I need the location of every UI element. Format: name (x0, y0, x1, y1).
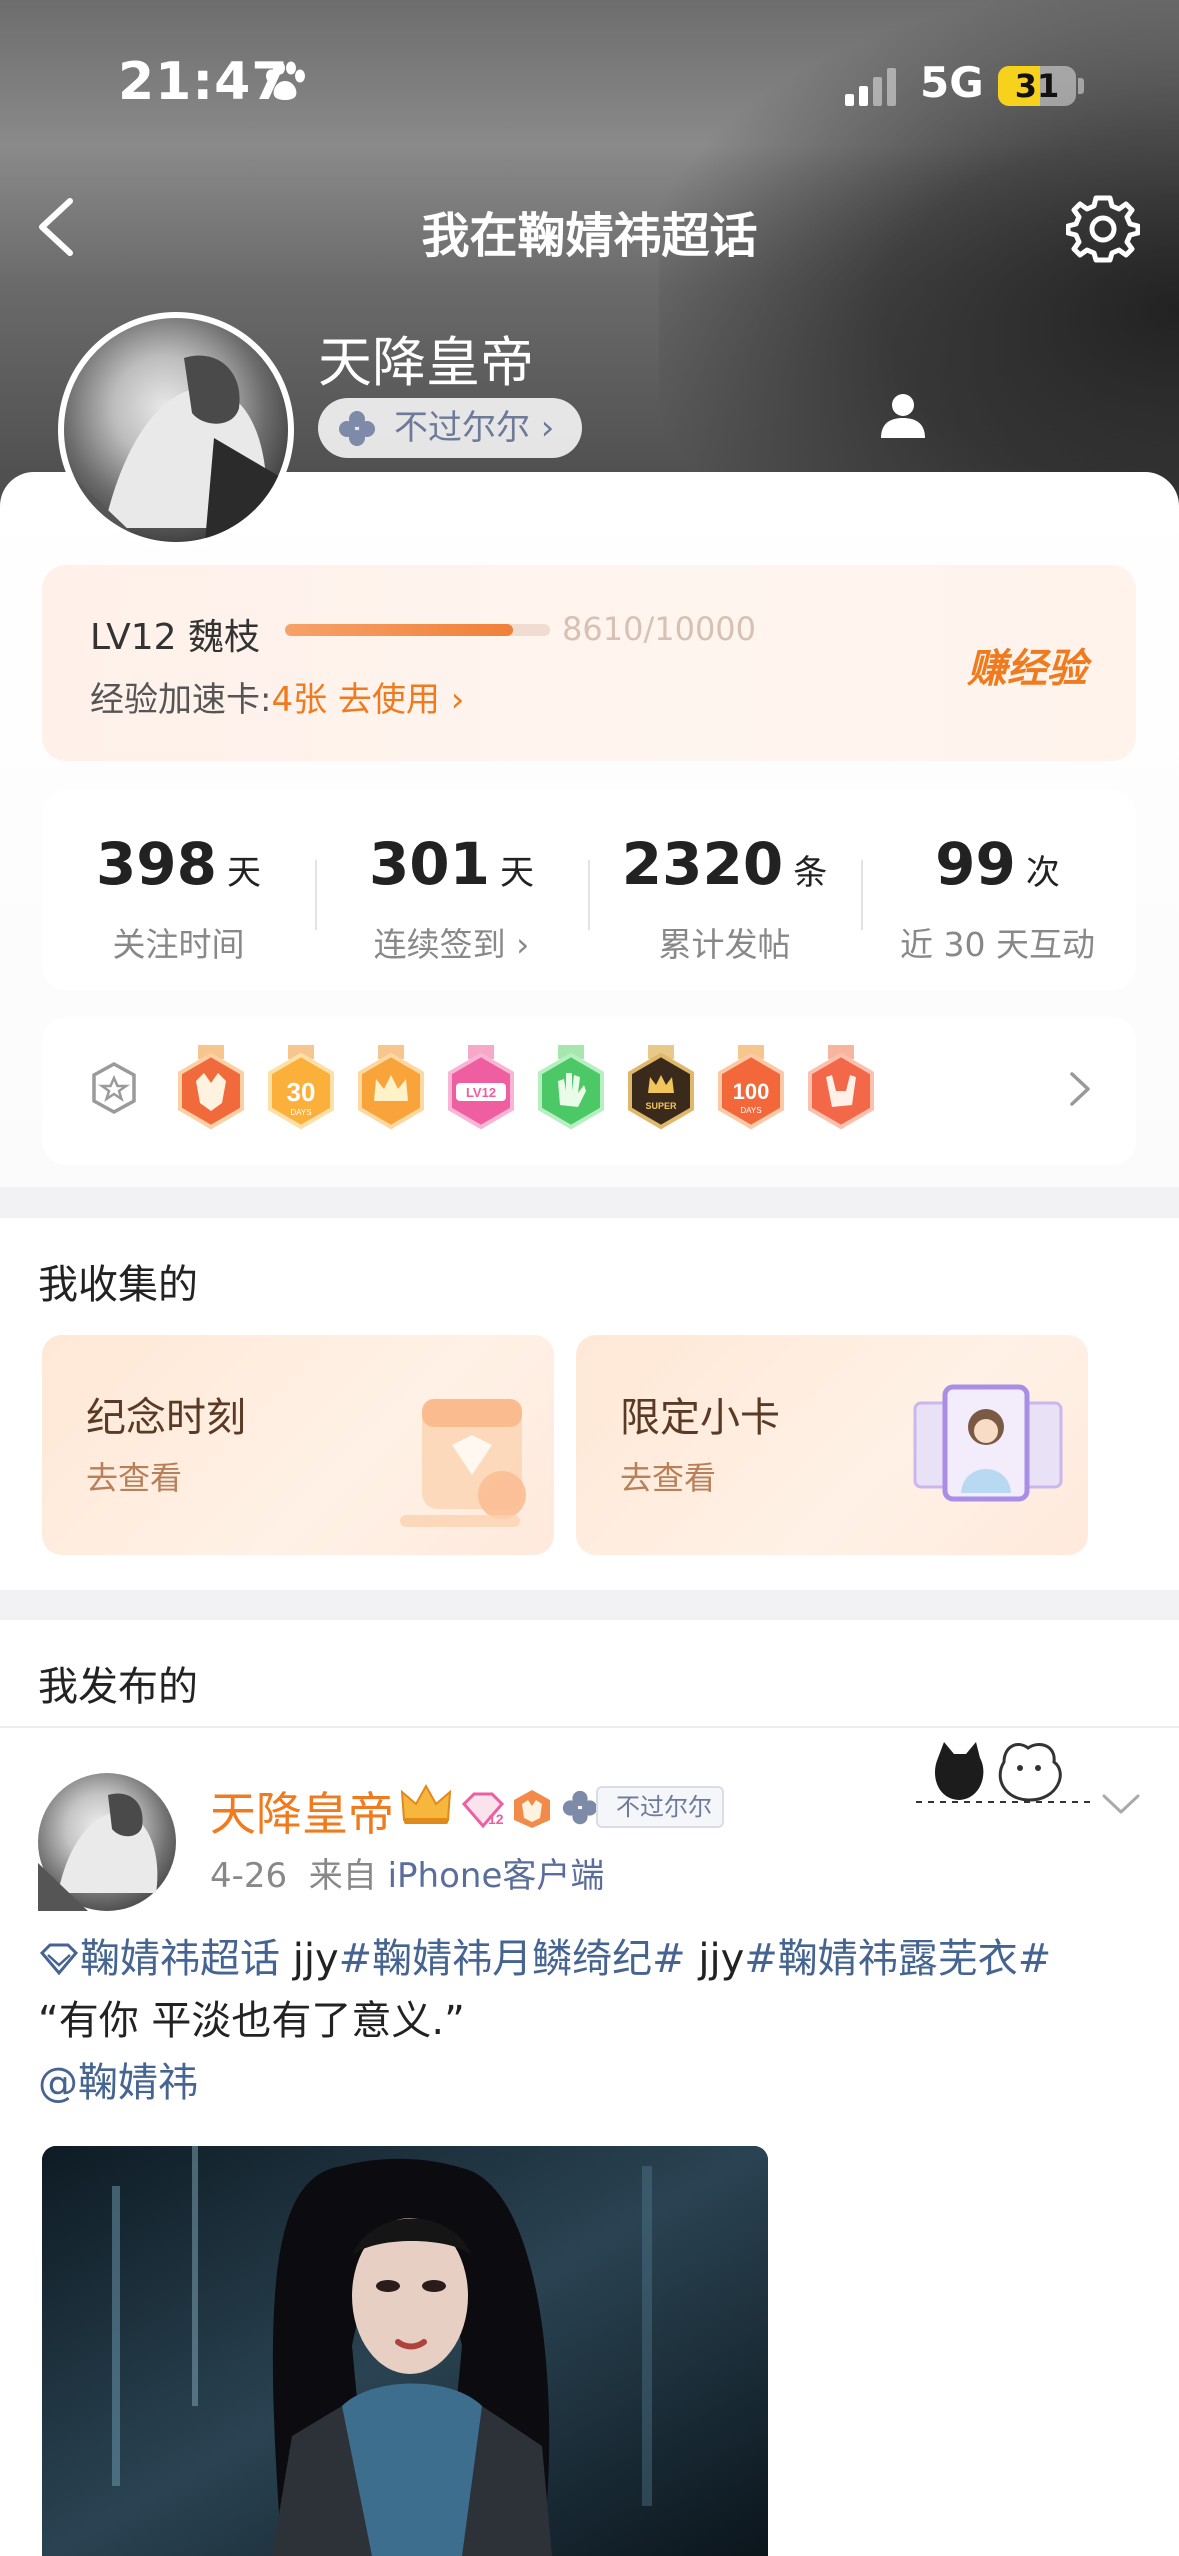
crown-badge-icon (358, 1045, 424, 1130)
hand-badge-icon (538, 1045, 604, 1130)
memorial-moments-card[interactable]: 纪念时刻 去查看 (42, 1335, 554, 1555)
fox-badge-icon (178, 1045, 244, 1130)
level-progress-bar (285, 624, 550, 636)
section-gap (0, 1590, 1179, 1620)
accel-card-row[interactable]: 经验加速卡:4张 去使用 › (90, 672, 464, 721)
signal-icon (845, 68, 896, 106)
stat-label: 近 30 天互动 (900, 925, 1095, 964)
rock-hand-badge-icon (808, 1045, 874, 1130)
level-badge-text: 12 (488, 1811, 504, 1827)
limited-cards-card[interactable]: 限定小卡 去查看 (576, 1335, 1088, 1555)
card-link[interactable]: 去查看 (86, 1453, 182, 1499)
stat-value: 301 (368, 830, 491, 898)
fox-mini-icon (514, 1790, 550, 1828)
post-date: 4-26 (210, 1856, 288, 1896)
post-author[interactable]: 天降皇帝 (210, 1778, 394, 1844)
stats-card: 398 天 关注时间 301 天 连续签到 › 2320 条 累计发帖 99 次 近 3… (42, 790, 1136, 990)
clover-icon (562, 1790, 598, 1825)
post-image[interactable] (42, 2146, 768, 2556)
topic-link[interactable]: 鞠婧祎超话 (38, 1936, 280, 1982)
chevron-right-icon[interactable] (1066, 1068, 1094, 1110)
level-badge-icon: 12 (461, 1792, 505, 1829)
card-title: 纪念时刻 (86, 1395, 246, 1441)
card-title: 限定小卡 (620, 1395, 780, 1441)
post-source: iPhone客户端 (387, 1856, 605, 1896)
earn-exp-button[interactable]: 赚经验 (967, 636, 1087, 694)
post-source-prefix: 来自 (308, 1856, 377, 1896)
stat-label[interactable]: 连续签到 › (315, 918, 588, 966)
battery-cap (1078, 78, 1084, 94)
profile-name: 天降皇帝 (318, 331, 534, 394)
clover-icon (339, 411, 375, 446)
posts-title: 我发布的 (38, 1664, 198, 1710)
card-link[interactable]: 去查看 (620, 1453, 716, 1499)
section-gap (0, 1192, 1179, 1218)
stat-label: 关注时间 (112, 925, 245, 964)
badge-100-text: 100 (733, 1079, 770, 1104)
medal-icon (92, 1062, 136, 1114)
diamond-icon (39, 1943, 79, 1976)
badge-days-text: DAYS (290, 1108, 311, 1117)
hashtag-link[interactable]: #鞠婧祎露芜衣# (744, 1936, 1051, 1982)
stat-unit: 条 (793, 853, 828, 893)
stat-value: 2320 (621, 830, 784, 898)
page-title: 我在鞠婧祎超话 (421, 208, 758, 264)
battery-icon: 31 (998, 66, 1076, 106)
post-text-segment: jjy (685, 1936, 745, 1982)
lv12-badge-icon: LV12 (448, 1045, 514, 1130)
stat-unit: 次 (1025, 853, 1060, 893)
battery-level: 31 (1014, 67, 1060, 105)
mention-link[interactable]: @鞠婧祎 (38, 2052, 1148, 2114)
collection-title: 我收集的 (38, 1262, 198, 1308)
avatar[interactable] (58, 312, 294, 548)
post-avatar[interactable] (38, 1773, 176, 1911)
level-label: LV12 魏枝 (90, 617, 260, 658)
cats-sticker-icon (916, 1742, 1090, 1803)
chevron-down-icon[interactable] (1100, 1790, 1142, 1818)
level-progress-text: 8610/10000 (562, 610, 757, 648)
100-days-badge-icon: 100 DAYS (718, 1045, 784, 1130)
crown-icon (400, 1783, 452, 1824)
30-days-badge-icon: 30 DAYS (268, 1045, 334, 1130)
badge-30-text: 30 (287, 1077, 316, 1107)
stat-unit: 天 (227, 853, 262, 893)
post-text-segment: jjy (280, 1936, 339, 1982)
photo-cards-icon (913, 1384, 1063, 1502)
gear-icon[interactable] (1066, 192, 1140, 266)
super-badge-icon: SUPER (628, 1045, 694, 1130)
post-text-line: “有你 平淡也有了意义.” (38, 1998, 465, 2044)
stat-value: 99 (935, 830, 1016, 898)
badge-days-text: DAYS (740, 1106, 761, 1115)
accel-label: 经验加速卡: (90, 680, 272, 720)
stat-unit: 天 (500, 853, 535, 893)
stat-value: 398 (95, 830, 218, 898)
post-meta: 4-26 来自 iPhone客户端 (210, 1848, 604, 1897)
badge-super-text: SUPER (645, 1101, 677, 1111)
hashtag-link[interactable]: #鞠婧祎月鳞绮纪# (339, 1936, 686, 1982)
paw-icon (266, 61, 305, 100)
person-icon[interactable] (878, 392, 928, 438)
calendar-gift-icon (400, 1399, 526, 1527)
stat-label: 累计发帖 (658, 925, 791, 964)
post-content: 鞠婧祎超话 jjy#鞠婧祎月鳞绮纪# jjy#鞠婧祎露芜衣# “有你 平淡也有了… (38, 1928, 1148, 2114)
network-type: 5G (920, 58, 984, 107)
level-progress-fill (285, 624, 514, 636)
accel-value[interactable]: 4张 去使用 › (271, 680, 464, 720)
post-author-tag[interactable]: 不过尔尔 (596, 1786, 724, 1828)
topic-link-text[interactable]: 鞠婧祎超话 (80, 1936, 280, 1982)
badge-lv-text: LV12 (466, 1085, 496, 1100)
